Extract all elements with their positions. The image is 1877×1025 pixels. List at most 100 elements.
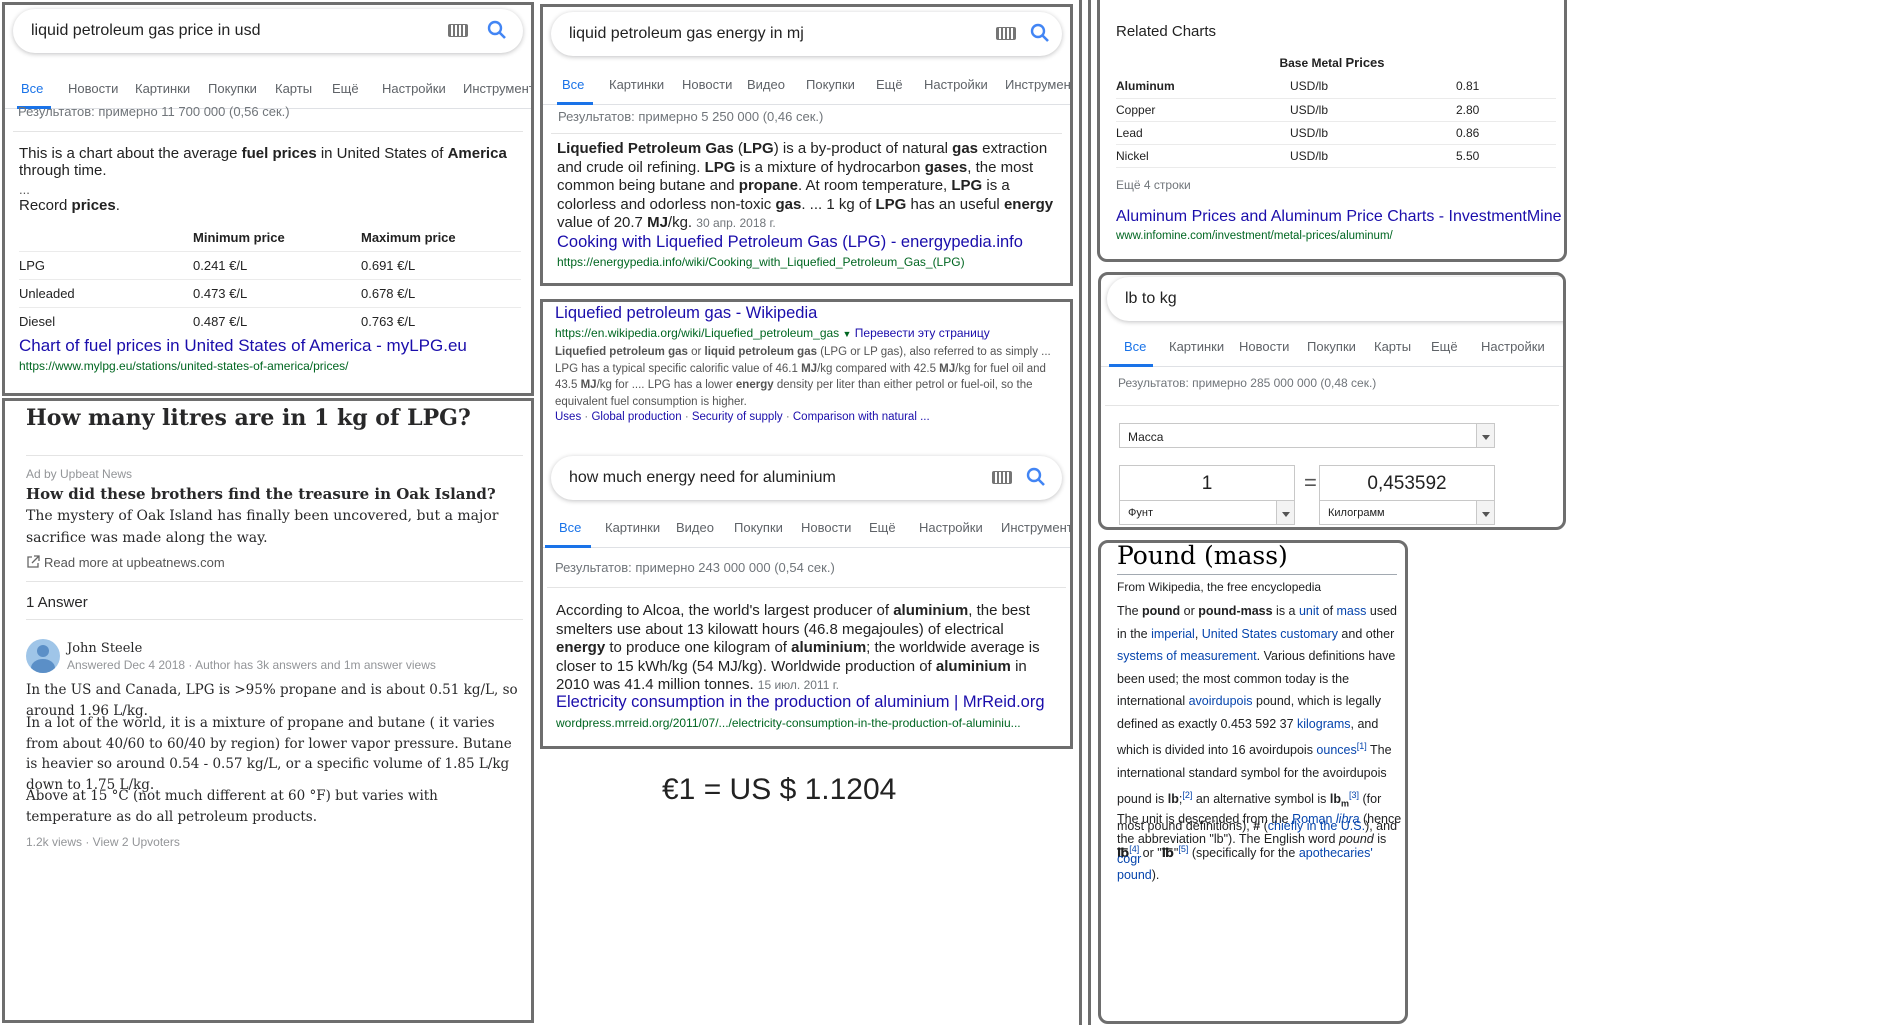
ad-link-text[interactable]: Read more at upbeatnews.com	[44, 555, 225, 570]
exchange-rate: €1 = US $ 1.1204	[662, 773, 897, 806]
result-link-title[interactable]: Cooking with Liquefied Petroleum Gas (LP…	[557, 233, 1023, 252]
to-value-input[interactable]: 0,453592	[1319, 465, 1495, 501]
divider	[1117, 574, 1397, 575]
search-bar[interactable]: liquid petroleum gas price in usd	[13, 9, 523, 53]
from-value-input[interactable]: 1	[1119, 465, 1295, 501]
tab-images[interactable]: Картинки	[135, 81, 190, 96]
avatar[interactable]	[26, 639, 60, 673]
cell-min: 0.487 €/L	[193, 313, 248, 329]
search-query[interactable]: how much energy need for aluminium	[569, 469, 836, 486]
tab-more[interactable]: Ещё	[869, 520, 896, 535]
tab-maps[interactable]: Карты	[275, 81, 312, 96]
record-prices-label: Record prices.	[19, 197, 120, 214]
tab-tools[interactable]: Инструменты	[1005, 77, 1070, 92]
question-title[interactable]: How many litres are in 1 kg of LPG?	[26, 405, 471, 431]
search-query[interactable]: liquid petroleum gas energy in mj	[569, 25, 804, 42]
article-link[interactable]: Roman	[1292, 812, 1332, 826]
tab-all[interactable]: Все	[1124, 339, 1146, 354]
search-icon[interactable]	[1028, 21, 1052, 45]
tab-tools[interactable]: Инструменты	[1001, 520, 1070, 535]
wiki-result-url[interactable]: https://en.wikipedia.org/wiki/Liquefied_…	[555, 326, 839, 340]
tab-video[interactable]: Видео	[747, 77, 785, 92]
table-title-bold: Prices	[1345, 55, 1385, 70]
translate-link[interactable]: Перевести эту страницу	[855, 326, 990, 340]
search-icon[interactable]	[485, 18, 509, 42]
result-link-title[interactable]: Chart of fuel prices in United States of…	[19, 336, 467, 356]
tab-images[interactable]: Картинки	[1169, 339, 1224, 354]
to-value[interactable]: 0,453592	[1320, 473, 1494, 495]
tab-settings[interactable]: Настройки	[924, 77, 988, 92]
citation-link[interactable]: [3]	[1349, 790, 1359, 800]
tab-tools[interactable]: Инструменты	[463, 81, 531, 96]
tab-video[interactable]: Видео	[676, 520, 714, 535]
citation-link[interactable]: [1]	[1357, 741, 1367, 751]
article-link[interactable]: unit	[1299, 604, 1319, 618]
from-value[interactable]: 1	[1120, 473, 1294, 495]
view-stats[interactable]: 1.2k views · View 2 Upvoters	[26, 835, 180, 849]
article-link[interactable]: mass	[1337, 604, 1367, 618]
article-link[interactable]: ounces	[1316, 743, 1356, 757]
result-link-url[interactable]: https://energypedia.info/wiki/Cooking_wi…	[557, 255, 965, 269]
more-rows-link[interactable]: Ещё 4 строки	[1116, 178, 1191, 192]
article-link[interactable]: avoirdupois	[1189, 694, 1253, 708]
search-icon[interactable]	[1024, 465, 1048, 489]
chevron-down-icon[interactable]	[1476, 424, 1494, 447]
tab-news[interactable]: Новости	[1239, 339, 1289, 354]
keyboard-icon[interactable]	[448, 24, 468, 37]
wiki-result-title[interactable]: Liquefied petroleum gas - Wikipedia	[555, 304, 817, 323]
tab-images[interactable]: Картинки	[605, 520, 660, 535]
tab-shopping[interactable]: Покупки	[806, 77, 855, 92]
tab-settings[interactable]: Настройки	[1481, 339, 1545, 354]
sitelink[interactable]: Comparison with natural ...	[793, 411, 930, 423]
chevron-down-icon[interactable]	[1476, 501, 1494, 524]
result-link-title[interactable]: Electricity consumption in the productio…	[556, 693, 1045, 712]
chevron-down-icon[interactable]	[1276, 501, 1294, 524]
tab-shopping[interactable]: Покупки	[208, 81, 257, 96]
tab-shopping[interactable]: Покупки	[1307, 339, 1356, 354]
result-link-url[interactable]: www.infomine.com/investment/metal-prices…	[1116, 230, 1393, 242]
ad-title[interactable]: How did these brothers find the treasure…	[26, 482, 496, 507]
article-link[interactable]: United States customary	[1202, 627, 1338, 641]
search-bar[interactable]: liquid petroleum gas energy in mj	[551, 12, 1062, 56]
tab-more[interactable]: Ещё	[876, 77, 903, 92]
tab-images[interactable]: Картинки	[609, 77, 664, 92]
tab-shopping[interactable]: Покупки	[734, 520, 783, 535]
article-link[interactable]: imperial	[1151, 627, 1195, 641]
tab-all[interactable]: Все	[562, 77, 584, 92]
tab-news[interactable]: Новости	[682, 77, 732, 92]
keyboard-icon[interactable]	[996, 27, 1016, 40]
search-query[interactable]: liquid petroleum gas price in usd	[31, 22, 260, 39]
result-link-title[interactable]: Aluminum Prices and Aluminum Price Chart…	[1116, 208, 1562, 226]
tab-all[interactable]: Все	[559, 520, 581, 535]
search-bar[interactable]: lb to kg	[1107, 277, 1563, 321]
tab-news[interactable]: Новости	[801, 520, 851, 535]
search-bar[interactable]: how much energy need for aluminium	[551, 456, 1062, 500]
tab-more[interactable]: Ещё	[1431, 339, 1458, 354]
author-name[interactable]: John Steele	[67, 641, 142, 656]
to-unit-select[interactable]: Килограмм	[1319, 500, 1495, 525]
tab-all[interactable]: Все	[21, 81, 43, 96]
sitelink[interactable]: Global production	[591, 411, 681, 423]
tab-settings[interactable]: Настройки	[382, 81, 446, 96]
article-bold-term: pound	[1142, 604, 1181, 618]
tab-more[interactable]: Ещё	[332, 81, 359, 96]
result-link-url[interactable]: wordpress.mrreid.org/2011/07/.../electri…	[556, 716, 1021, 730]
chevron-down-icon[interactable]: ▼	[843, 329, 852, 339]
article-link[interactable]: systems of measurement	[1117, 649, 1257, 663]
category-select[interactable]: Масса	[1119, 423, 1495, 448]
keyboard-icon[interactable]	[992, 471, 1012, 484]
tab-maps[interactable]: Карты	[1374, 339, 1411, 354]
article-link[interactable]: libra	[1336, 812, 1360, 826]
sitelink[interactable]: Security of supply	[692, 411, 783, 423]
search-query[interactable]: lb to kg	[1125, 290, 1177, 307]
tab-news[interactable]: Новости	[68, 81, 118, 96]
article-link[interactable]: cogr	[1117, 852, 1141, 866]
result-link-url[interactable]: https://www.mylpg.eu/stations/united-sta…	[19, 359, 348, 373]
article-link[interactable]: kilograms	[1297, 717, 1351, 731]
from-unit-select[interactable]: Фунт	[1119, 500, 1295, 525]
tab-settings[interactable]: Настройки	[919, 520, 983, 535]
sitelink[interactable]: Uses	[555, 411, 581, 423]
article-bold-term: lb	[1167, 792, 1179, 807]
ad-link[interactable]: Read more at upbeatnews.com	[26, 555, 225, 570]
citation-link[interactable]: [2]	[1182, 790, 1192, 800]
